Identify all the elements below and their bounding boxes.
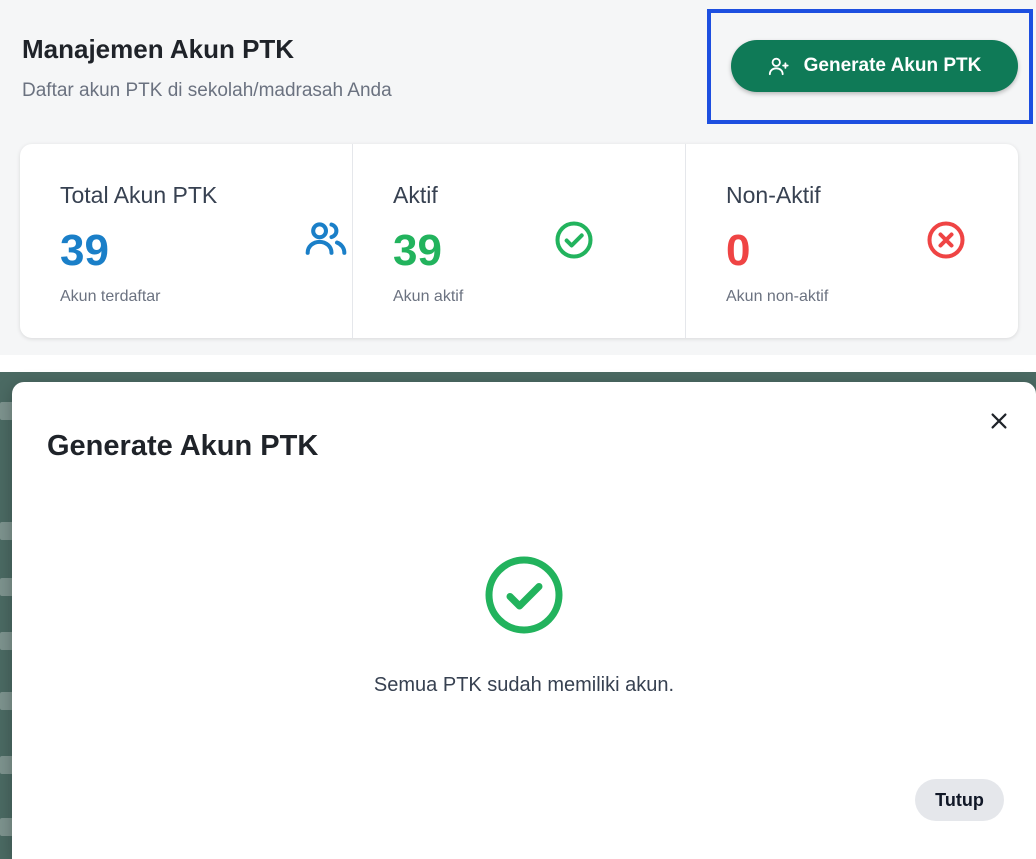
users-icon — [305, 222, 347, 255]
stat-value: 39 — [60, 226, 109, 275]
user-plus-icon — [768, 57, 789, 76]
modal-title: Generate Akun PTK — [47, 430, 319, 462]
stat-total: Total Akun PTK 39 Akun terdaftar — [20, 144, 352, 338]
stat-label: Non-Aktif — [726, 182, 821, 208]
modal-message: Semua PTK sudah memiliki akun. — [373, 674, 675, 696]
close-icon — [991, 413, 1007, 429]
success-check-icon — [485, 556, 563, 634]
check-circle-icon — [555, 221, 593, 259]
stats-card: Total Akun PTK 39 Akun terdaftar Aktif 3… — [20, 144, 1018, 338]
stat-label: Total Akun PTK — [60, 182, 218, 208]
page-title: Manajemen Akun PTK — [22, 34, 295, 64]
account-management-page: Manajemen Akun PTK Daftar akun PTK di se… — [0, 0, 1036, 355]
tutup-button[interactable]: Tutup — [915, 779, 1004, 821]
generate-button-label: Generate Akun PTK — [803, 55, 982, 76]
stat-caption: Akun aktif — [393, 288, 464, 305]
stat-value: 0 — [726, 226, 751, 275]
stat-caption: Akun terdaftar — [60, 288, 161, 305]
page-subtitle: Daftar akun PTK di sekolah/madrasah Anda — [22, 80, 392, 101]
close-button[interactable] — [982, 404, 1016, 438]
stat-inactive: Non-Aktif 0 Akun non-aktif — [685, 144, 1018, 338]
stat-active: Aktif 39 Akun aktif — [352, 144, 685, 338]
generate-account-button[interactable]: Generate Akun PTK — [731, 40, 1018, 92]
x-circle-icon — [927, 221, 965, 259]
stat-value: 39 — [393, 226, 442, 275]
stat-caption: Akun non-aktif — [726, 288, 829, 305]
stat-label: Aktif — [393, 182, 438, 208]
generate-account-modal: Generate Akun PTK Semua PTK sudah memili… — [12, 382, 1036, 859]
